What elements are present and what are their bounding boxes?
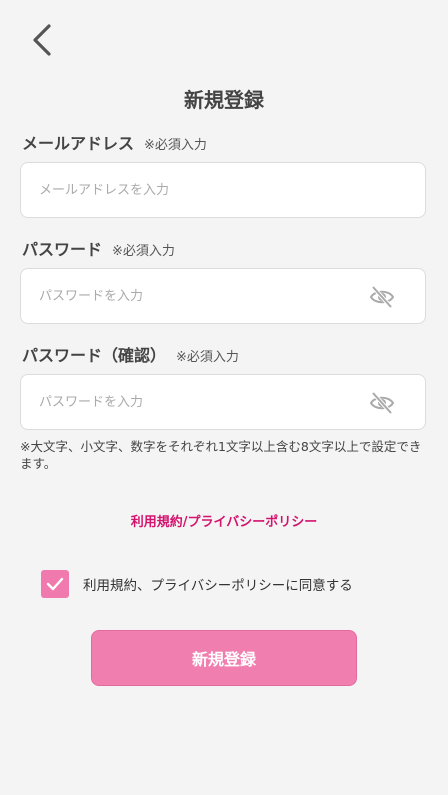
password-rule-note: ※大文字、小文字、数字をそれぞれ1文字以上含む8文字以上で設定できます。 xyxy=(20,439,422,471)
password-label-row: パスワード ※必須入力 xyxy=(22,236,175,260)
password-required-note: ※必須入力 xyxy=(112,244,175,259)
password-confirm-field[interactable] xyxy=(20,374,426,430)
agree-checkbox[interactable] xyxy=(41,570,69,598)
terms-privacy-link[interactable]: 利用規約/プライバシーポリシー xyxy=(0,511,448,530)
page-title: 新規登録 xyxy=(184,88,264,112)
password-confirm-label-row: パスワード（確認） ※必須入力 xyxy=(22,342,239,366)
eye-off-icon[interactable] xyxy=(369,285,395,309)
email-required-note: ※必須入力 xyxy=(144,138,207,153)
register-button[interactable]: 新規登録 xyxy=(91,630,357,686)
email-label-row: メールアドレス ※必須入力 xyxy=(22,130,207,154)
password-input[interactable] xyxy=(39,269,359,323)
back-button[interactable] xyxy=(22,20,62,60)
eye-off-icon[interactable] xyxy=(369,391,395,415)
password-confirm-required-note: ※必須入力 xyxy=(176,350,239,365)
password-confirm-label: パスワード（確認） xyxy=(22,346,167,365)
password-confirm-input[interactable] xyxy=(39,375,359,429)
chevron-left-icon xyxy=(33,24,51,56)
agree-row: 利用規約、プライバシーポリシーに同意する xyxy=(41,570,353,598)
password-field[interactable] xyxy=(20,268,426,324)
agree-label: 利用規約、プライバシーポリシーに同意する xyxy=(83,578,353,594)
email-label: メールアドレス xyxy=(22,134,135,153)
check-icon xyxy=(46,577,64,591)
email-input[interactable] xyxy=(39,163,359,217)
email-field[interactable] xyxy=(20,162,426,218)
password-label: パスワード xyxy=(22,240,103,259)
